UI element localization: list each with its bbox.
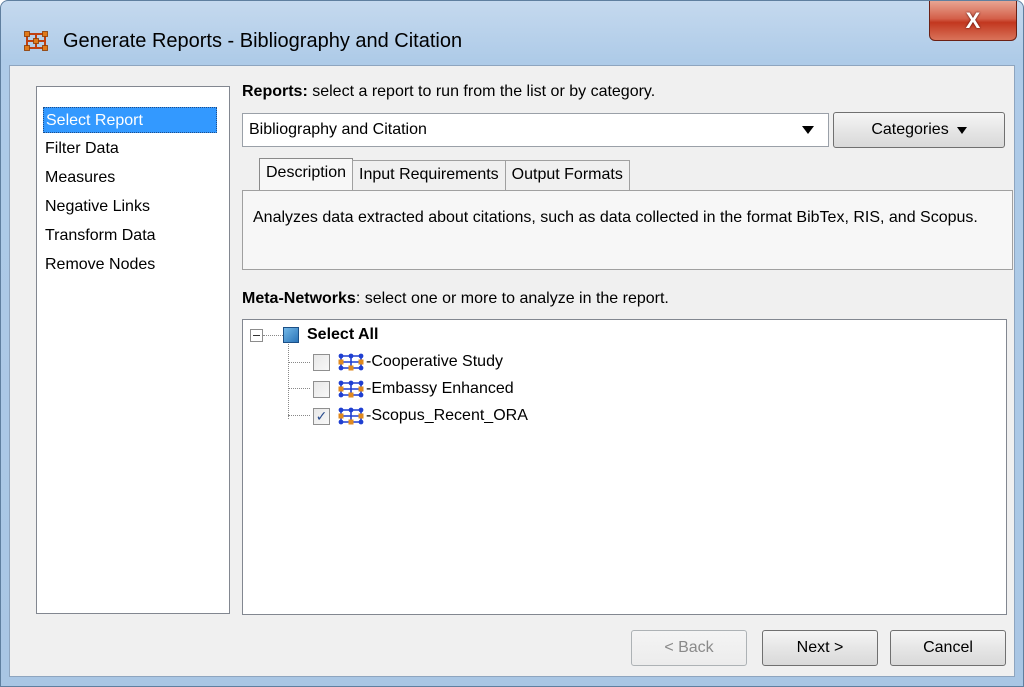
step-item-select-report[interactable]: Select Report <box>43 107 217 133</box>
tree-item-cooperative-study[interactable]: - Cooperative Study <box>313 349 503 375</box>
description-panel: Analyzes data extracted about citations,… <box>242 190 1013 270</box>
meta-networks-label-text: : select one or more to analyze in the r… <box>355 290 669 307</box>
meta-networks-label: Meta-Networks: select one or more to ana… <box>242 290 669 308</box>
report-select-value: Bibliography and Citation <box>249 121 427 138</box>
dialog-body: Select Report Filter Data Measures Negat… <box>9 65 1015 677</box>
next-button[interactable]: Next > <box>762 630 878 666</box>
categories-label: Categories <box>871 121 949 138</box>
close-button[interactable]: X <box>929 1 1017 41</box>
window-title: Generate Reports - Bibliography and Cita… <box>63 30 463 52</box>
tab-description[interactable]: Description <box>259 158 354 190</box>
cancel-button[interactable]: Cancel <box>890 630 1006 666</box>
step-item-filter-data[interactable]: Filter Data <box>43 136 119 162</box>
cancel-label: Cancel <box>923 639 973 656</box>
categories-button[interactable]: Categories <box>833 112 1005 148</box>
step-item-transform-data[interactable]: Transform Data <box>43 223 156 249</box>
cooperative-study-checkbox[interactable] <box>313 353 330 371</box>
step-item-negative-links[interactable]: Negative Links <box>43 194 150 220</box>
meta-network-tree: Select All - Cooperative Study - Embassy… <box>242 319 1007 615</box>
chevron-down-icon <box>956 126 967 134</box>
embassy-enhanced-label: Embassy Enhanced <box>371 380 514 397</box>
dialog-window: Generate Reports - Bibliography and Cita… <box>0 0 1024 687</box>
step-item-remove-nodes[interactable]: Remove Nodes <box>43 252 155 278</box>
back-button[interactable]: < Back <box>631 630 747 666</box>
meta-network-icon <box>338 353 364 371</box>
collapse-toggle-icon[interactable] <box>250 329 263 342</box>
select-all-row[interactable]: Select All <box>283 322 378 348</box>
scopus-recent-ora-label: Scopus_Recent_ORA <box>371 407 528 424</box>
tree-connector <box>288 362 310 363</box>
scopus-recent-ora-checkbox[interactable]: ✓ <box>313 407 330 425</box>
tab-output-formats[interactable]: Output Formats <box>504 160 630 190</box>
tree-connector <box>263 335 283 336</box>
select-all-label: Select All <box>307 326 379 343</box>
tree-connector <box>288 344 289 419</box>
tree-connector <box>288 388 310 389</box>
app-network-icon <box>24 31 48 51</box>
close-icon: X <box>965 7 981 33</box>
title-bar[interactable]: Generate Reports - Bibliography and Cita… <box>1 1 1023 63</box>
tree-connector <box>288 415 310 416</box>
tree-item-scopus-recent-ora[interactable]: ✓ - Scopus_Recent_ORA <box>313 403 528 429</box>
reports-label-text: select a report to run from the list or … <box>307 83 656 100</box>
check-icon: ✓ <box>315 407 328 424</box>
reports-label-bold: Reports: <box>242 83 308 100</box>
step-item-measures[interactable]: Measures <box>43 165 115 191</box>
report-select[interactable]: Bibliography and Citation <box>242 113 829 147</box>
select-all-checkbox[interactable] <box>283 327 299 343</box>
tree-item-embassy-enhanced[interactable]: - Embassy Enhanced <box>313 376 514 402</box>
cooperative-study-label: Cooperative Study <box>371 353 503 370</box>
back-label: < Back <box>664 639 714 656</box>
next-label: Next > <box>796 639 844 656</box>
description-text: Analyzes data extracted about citations,… <box>253 209 978 226</box>
embassy-enhanced-checkbox[interactable] <box>313 380 330 398</box>
meta-network-icon <box>338 407 364 425</box>
meta-networks-label-bold: Meta-Networks <box>242 290 356 307</box>
dropdown-arrow-icon <box>802 126 814 134</box>
report-info-tabs: Description Input Requirements Output Fo… <box>259 158 630 190</box>
tab-input-requirements[interactable]: Input Requirements <box>352 160 506 190</box>
wizard-steps-list: Select Report Filter Data Measures Negat… <box>36 86 230 614</box>
reports-label: Reports: select a report to run from the… <box>242 83 655 101</box>
meta-network-icon <box>338 380 364 398</box>
